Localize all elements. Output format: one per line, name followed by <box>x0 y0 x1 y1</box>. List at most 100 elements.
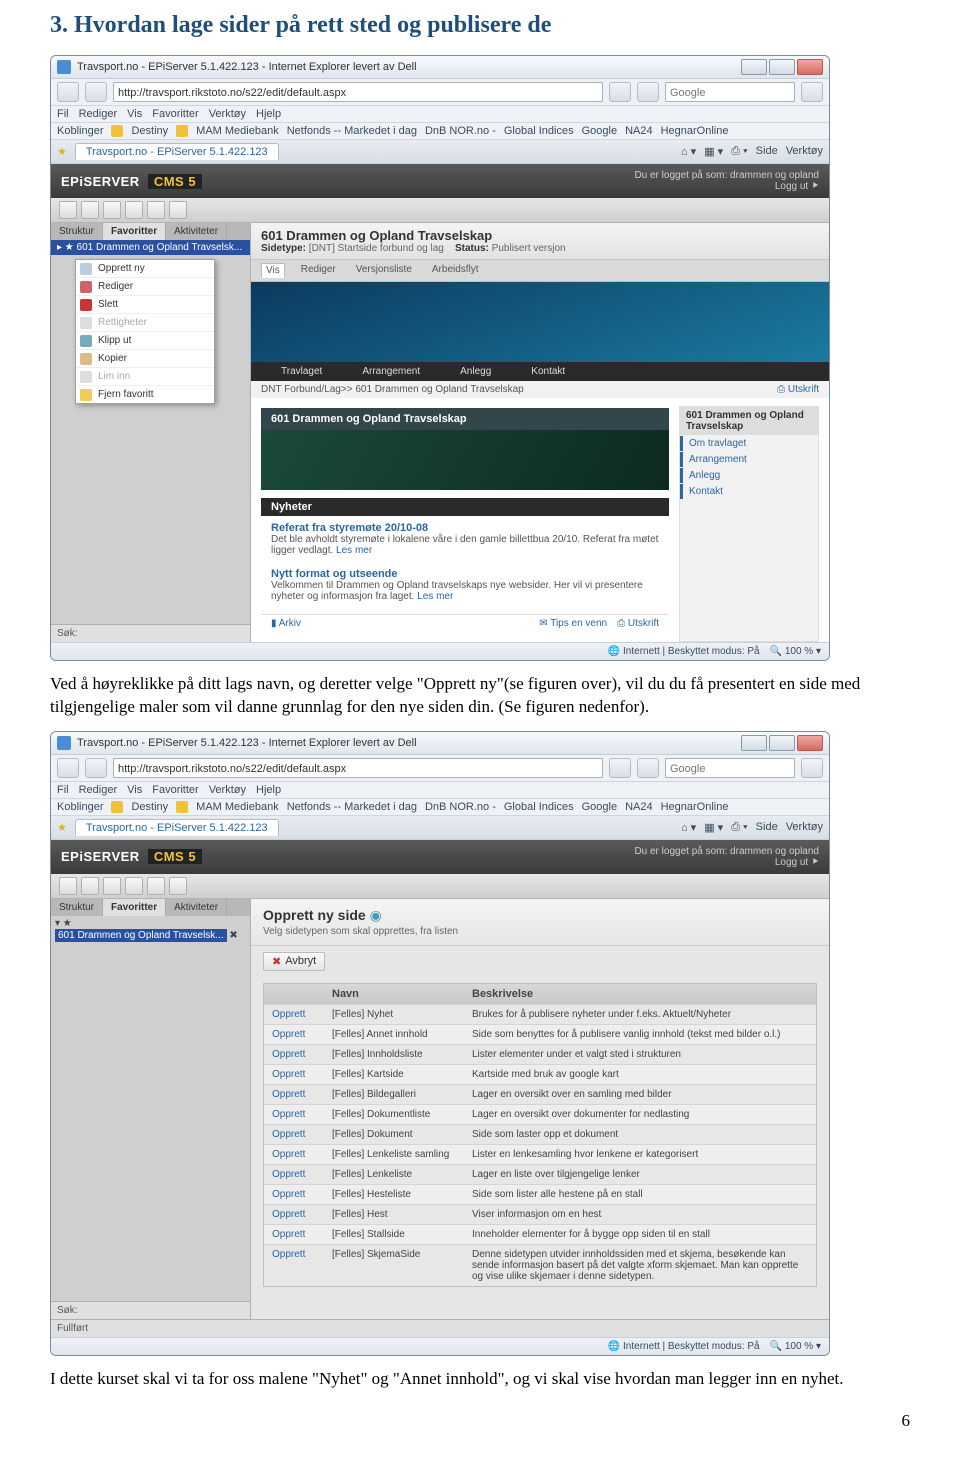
sidebar-link[interactable]: Anlegg <box>680 468 818 483</box>
link-item[interactable]: NA24 <box>625 801 653 813</box>
cancel-button[interactable]: ✖ Avbryt <box>263 952 325 971</box>
news-link[interactable]: Nytt format og utseende <box>271 568 659 580</box>
minimize-button[interactable] <box>741 59 767 75</box>
search-go-button[interactable] <box>801 82 823 102</box>
toolbar-icon[interactable] <box>169 877 187 895</box>
menu-vis[interactable]: Vis <box>127 784 142 796</box>
print-link[interactable]: ⎙ Utskrift <box>777 384 819 395</box>
nav-item[interactable]: Travlaget <box>281 366 322 377</box>
toolbar-icon[interactable] <box>103 201 121 219</box>
tab-favoritter[interactable]: Favoritter <box>103 899 166 916</box>
menu-klipp-ut[interactable]: Klipp ut <box>76 332 214 350</box>
link-item[interactable]: NA24 <box>625 125 653 137</box>
tools-menu[interactable]: Verktøy <box>786 145 823 158</box>
home-icon[interactable]: ⌂ ▾ <box>681 145 696 158</box>
link-item[interactable]: DnB NOR.no - <box>425 125 496 137</box>
link-item[interactable]: Global Indices <box>504 125 574 137</box>
opprett-link[interactable]: Opprett <box>272 1229 305 1240</box>
tools-menu[interactable]: Verktøy <box>786 821 823 834</box>
link-item[interactable]: Netfonds -- Markedet i dag <box>287 801 417 813</box>
menu-verktoy[interactable]: Verktøy <box>209 108 246 120</box>
favorites-star-icon[interactable]: ★ <box>57 145 67 158</box>
tab-struktur[interactable]: Struktur <box>51 899 103 916</box>
logout-link[interactable]: Logg ut <box>775 181 808 192</box>
sidebar-link[interactable]: Arrangement <box>680 452 818 467</box>
search-box[interactable]: Google <box>665 82 795 102</box>
menu-fil[interactable]: Fil <box>57 784 69 796</box>
nav-item[interactable]: Anlegg <box>460 366 491 377</box>
refresh-button[interactable] <box>609 82 631 102</box>
link-item[interactable]: HegnarOnline <box>661 125 729 137</box>
opprett-link[interactable]: Opprett <box>272 1169 305 1180</box>
opprett-link[interactable]: Opprett <box>272 1129 305 1140</box>
tree-selected-item[interactable]: 601 Drammen og Opland Travselsk... <box>55 929 227 942</box>
menu-hjelp[interactable]: Hjelp <box>256 108 281 120</box>
close-button[interactable] <box>797 735 823 751</box>
toolbar-icon[interactable] <box>147 877 165 895</box>
print-icon[interactable]: ⎙ ▾ <box>731 145 747 158</box>
status-zoom[interactable]: 🔍 100 % ▾ <box>770 1341 821 1352</box>
link-item[interactable]: DnB NOR.no - <box>425 801 496 813</box>
tip-friend-link[interactable]: ✉ Tips en venn <box>539 618 607 629</box>
archive-link[interactable]: ▮ Arkiv <box>271 618 301 629</box>
back-button[interactable] <box>57 758 79 778</box>
link-item[interactable]: MAM Mediebank <box>196 125 279 137</box>
link-item[interactable]: MAM Mediebank <box>196 801 279 813</box>
read-more-link[interactable]: Les mer <box>417 591 453 602</box>
nav-item[interactable]: Kontakt <box>531 366 565 377</box>
page-menu[interactable]: Side <box>756 821 778 834</box>
menu-slett[interactable]: Slett <box>76 296 214 314</box>
link-item[interactable]: Google <box>582 801 617 813</box>
tab-vis[interactable]: Vis <box>261 263 285 278</box>
stop-button[interactable] <box>637 82 659 102</box>
tab-versjonsliste[interactable]: Versjonsliste <box>352 263 416 278</box>
menu-rediger[interactable]: Rediger <box>76 278 214 296</box>
toolbar-icon[interactable] <box>59 201 77 219</box>
search-go-button[interactable] <box>801 758 823 778</box>
menu-verktoy[interactable]: Verktøy <box>209 784 246 796</box>
menu-opprett-ny[interactable]: Opprett ny <box>76 260 214 278</box>
menu-fjern-favoritt[interactable]: Fjern favoritt <box>76 386 214 403</box>
opprett-link[interactable]: Opprett <box>272 1009 305 1020</box>
favorites-star-icon[interactable]: ★ <box>57 821 67 834</box>
sidebar-link[interactable]: Om travlaget <box>680 436 818 451</box>
tree-selected-item[interactable]: ▸ ★ 601 Drammen og Opland Travselsk... <box>51 240 250 255</box>
maximize-button[interactable] <box>769 59 795 75</box>
search-box[interactable]: Google <box>665 758 795 778</box>
opprett-link[interactable]: Opprett <box>272 1189 305 1200</box>
stop-button[interactable] <box>637 758 659 778</box>
menu-rediger[interactable]: Rediger <box>79 108 118 120</box>
menu-favoritter[interactable]: Favoritter <box>152 108 198 120</box>
logout-link[interactable]: Logg ut <box>775 857 808 868</box>
forward-button[interactable] <box>85 758 107 778</box>
read-more-link[interactable]: Les mer <box>336 545 372 556</box>
close-button[interactable] <box>797 59 823 75</box>
link-item[interactable]: HegnarOnline <box>661 801 729 813</box>
browser-tab[interactable]: Travsport.no - EPiServer 5.1.422.123 <box>75 819 279 836</box>
toolbar-icon[interactable] <box>147 201 165 219</box>
link-item[interactable]: Destiny <box>131 125 168 137</box>
home-icon[interactable]: ⌂ ▾ <box>681 821 696 834</box>
opprett-link[interactable]: Opprett <box>272 1049 305 1060</box>
toolbar-icon[interactable] <box>169 201 187 219</box>
tab-struktur[interactable]: Struktur <box>51 223 103 240</box>
tab-aktiviteter[interactable]: Aktiviteter <box>166 899 227 916</box>
opprett-link[interactable]: Opprett <box>272 1249 305 1260</box>
print-link[interactable]: ⎙ Utskrift <box>617 618 659 629</box>
feed-icon[interactable]: ▦ ▾ <box>704 821 723 834</box>
opprett-link[interactable]: Opprett <box>272 1149 305 1160</box>
news-link[interactable]: Referat fra styremøte 20/10-08 <box>271 522 659 534</box>
browser-tab[interactable]: Travsport.no - EPiServer 5.1.422.123 <box>75 143 279 160</box>
opprett-link[interactable]: Opprett <box>272 1029 305 1040</box>
toolbar-icon[interactable] <box>103 877 121 895</box>
link-item[interactable]: Destiny <box>131 801 168 813</box>
address-bar[interactable]: http://travsport.rikstoto.no/s22/edit/de… <box>113 82 603 102</box>
feed-icon[interactable]: ▦ ▾ <box>704 145 723 158</box>
help-icon[interactable]: ◉ <box>370 907 382 923</box>
nav-item[interactable]: Arrangement <box>362 366 420 377</box>
menu-kopier[interactable]: Kopier <box>76 350 214 368</box>
sidebar-link[interactable]: Kontakt <box>680 484 818 499</box>
toolbar-icon[interactable] <box>81 201 99 219</box>
toolbar-icon[interactable] <box>81 877 99 895</box>
menu-hjelp[interactable]: Hjelp <box>256 784 281 796</box>
